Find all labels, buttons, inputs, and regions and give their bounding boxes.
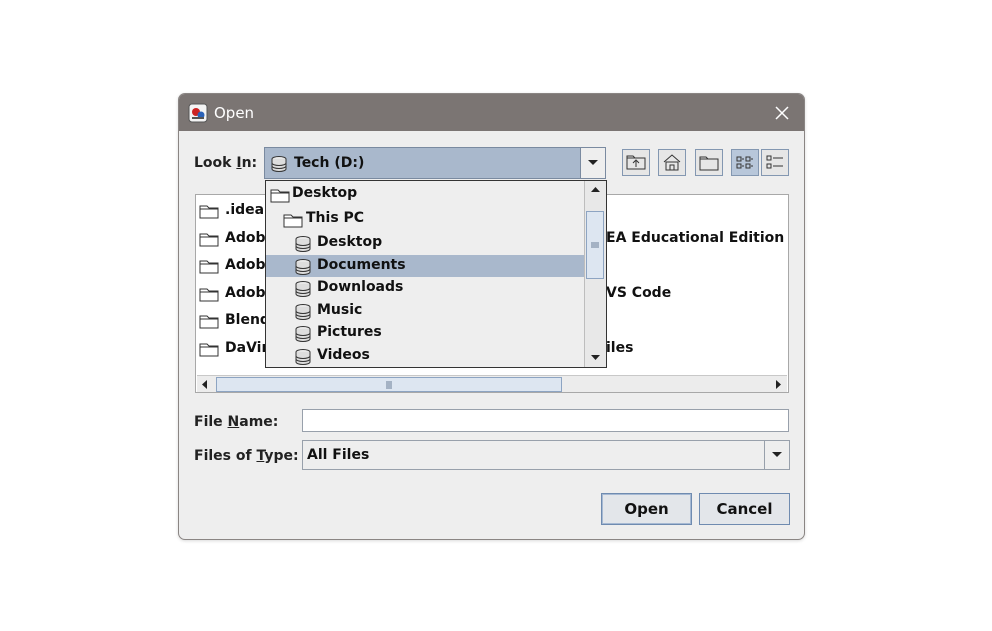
folder-icon [270, 189, 290, 203]
dialog-title: Open [214, 104, 255, 122]
drive-icon [295, 259, 311, 275]
home-button[interactable] [658, 149, 686, 176]
close-icon[interactable] [770, 101, 794, 125]
popup-item-desktop-root[interactable]: Desktop [266, 183, 586, 205]
open-button[interactable]: Open [601, 493, 692, 525]
details-view-button[interactable] [761, 149, 789, 176]
horizontal-scrollbar[interactable] [197, 375, 787, 392]
popup-item-this-pc[interactable]: This PC [266, 208, 586, 230]
folder-icon [199, 343, 219, 357]
scroll-right-icon[interactable] [772, 378, 784, 391]
drive-icon [295, 304, 311, 320]
drive-icon [295, 281, 311, 297]
files-of-type-combo[interactable]: All Files [302, 440, 790, 470]
look-in-popup-list: Desktop This PC Desktop Documents Downlo… [265, 180, 607, 368]
popup-item-documents[interactable]: Documents [266, 255, 586, 277]
list-item[interactable]: EA Educational Edition 202 [606, 230, 788, 246]
scroll-up-icon[interactable] [589, 184, 602, 196]
look-in-dropdown-button[interactable] [580, 148, 605, 178]
folder-icon [199, 315, 219, 329]
java-app-icon [188, 103, 208, 123]
list-item[interactable]: iles [606, 340, 633, 356]
title-bar[interactable]: Open [179, 94, 804, 131]
new-folder-button[interactable] [695, 149, 723, 176]
grip-icon [386, 381, 392, 389]
list-view-button[interactable] [731, 149, 759, 176]
drive-icon [295, 236, 311, 252]
scroll-down-icon[interactable] [589, 351, 602, 363]
folder-icon [199, 288, 219, 302]
files-of-type-label: Files of Type: [194, 448, 299, 464]
list-view-icon [736, 156, 753, 169]
popup-scroll-thumb[interactable] [586, 211, 604, 279]
up-one-level-icon [626, 155, 646, 170]
look-in-combo[interactable]: Tech (D:) [264, 147, 606, 179]
open-dialog: Open Look In: Tech (D:) .idea Adobe Adob… [178, 93, 805, 540]
drive-icon [271, 156, 287, 172]
chevron-down-icon [588, 160, 598, 165]
list-item[interactable]: VS Code [606, 285, 671, 301]
horizontal-scroll-thumb[interactable] [216, 377, 562, 392]
drive-icon [295, 326, 311, 342]
up-one-level-button[interactable] [622, 149, 650, 176]
popup-item-downloads[interactable]: Downloads [266, 277, 586, 299]
popup-item-videos[interactable]: Videos [266, 345, 586, 367]
popup-vertical-scrollbar[interactable] [584, 181, 606, 367]
look-in-value: Tech (D:) [294, 155, 365, 171]
look-in-label: Look In: [194, 155, 258, 171]
popup-item-pictures[interactable]: Pictures [266, 322, 586, 344]
home-icon [663, 154, 681, 171]
file-name-label: File Name: [194, 414, 279, 430]
cancel-button[interactable]: Cancel [699, 493, 790, 525]
drive-icon [295, 349, 311, 365]
files-of-type-dropdown-button[interactable] [764, 441, 789, 469]
new-folder-icon [699, 156, 719, 171]
folder-icon [199, 233, 219, 247]
files-of-type-value: All Files [307, 447, 370, 463]
details-view-icon [766, 155, 783, 169]
folder-icon [199, 205, 219, 219]
folder-icon [199, 260, 219, 274]
folder-icon [283, 214, 303, 228]
file-name-field[interactable] [302, 409, 789, 432]
scroll-left-icon[interactable] [199, 378, 211, 391]
popup-item-music[interactable]: Music [266, 300, 586, 322]
popup-item-desktop[interactable]: Desktop [266, 232, 586, 254]
chevron-down-icon [772, 452, 782, 457]
grip-icon [591, 242, 599, 248]
